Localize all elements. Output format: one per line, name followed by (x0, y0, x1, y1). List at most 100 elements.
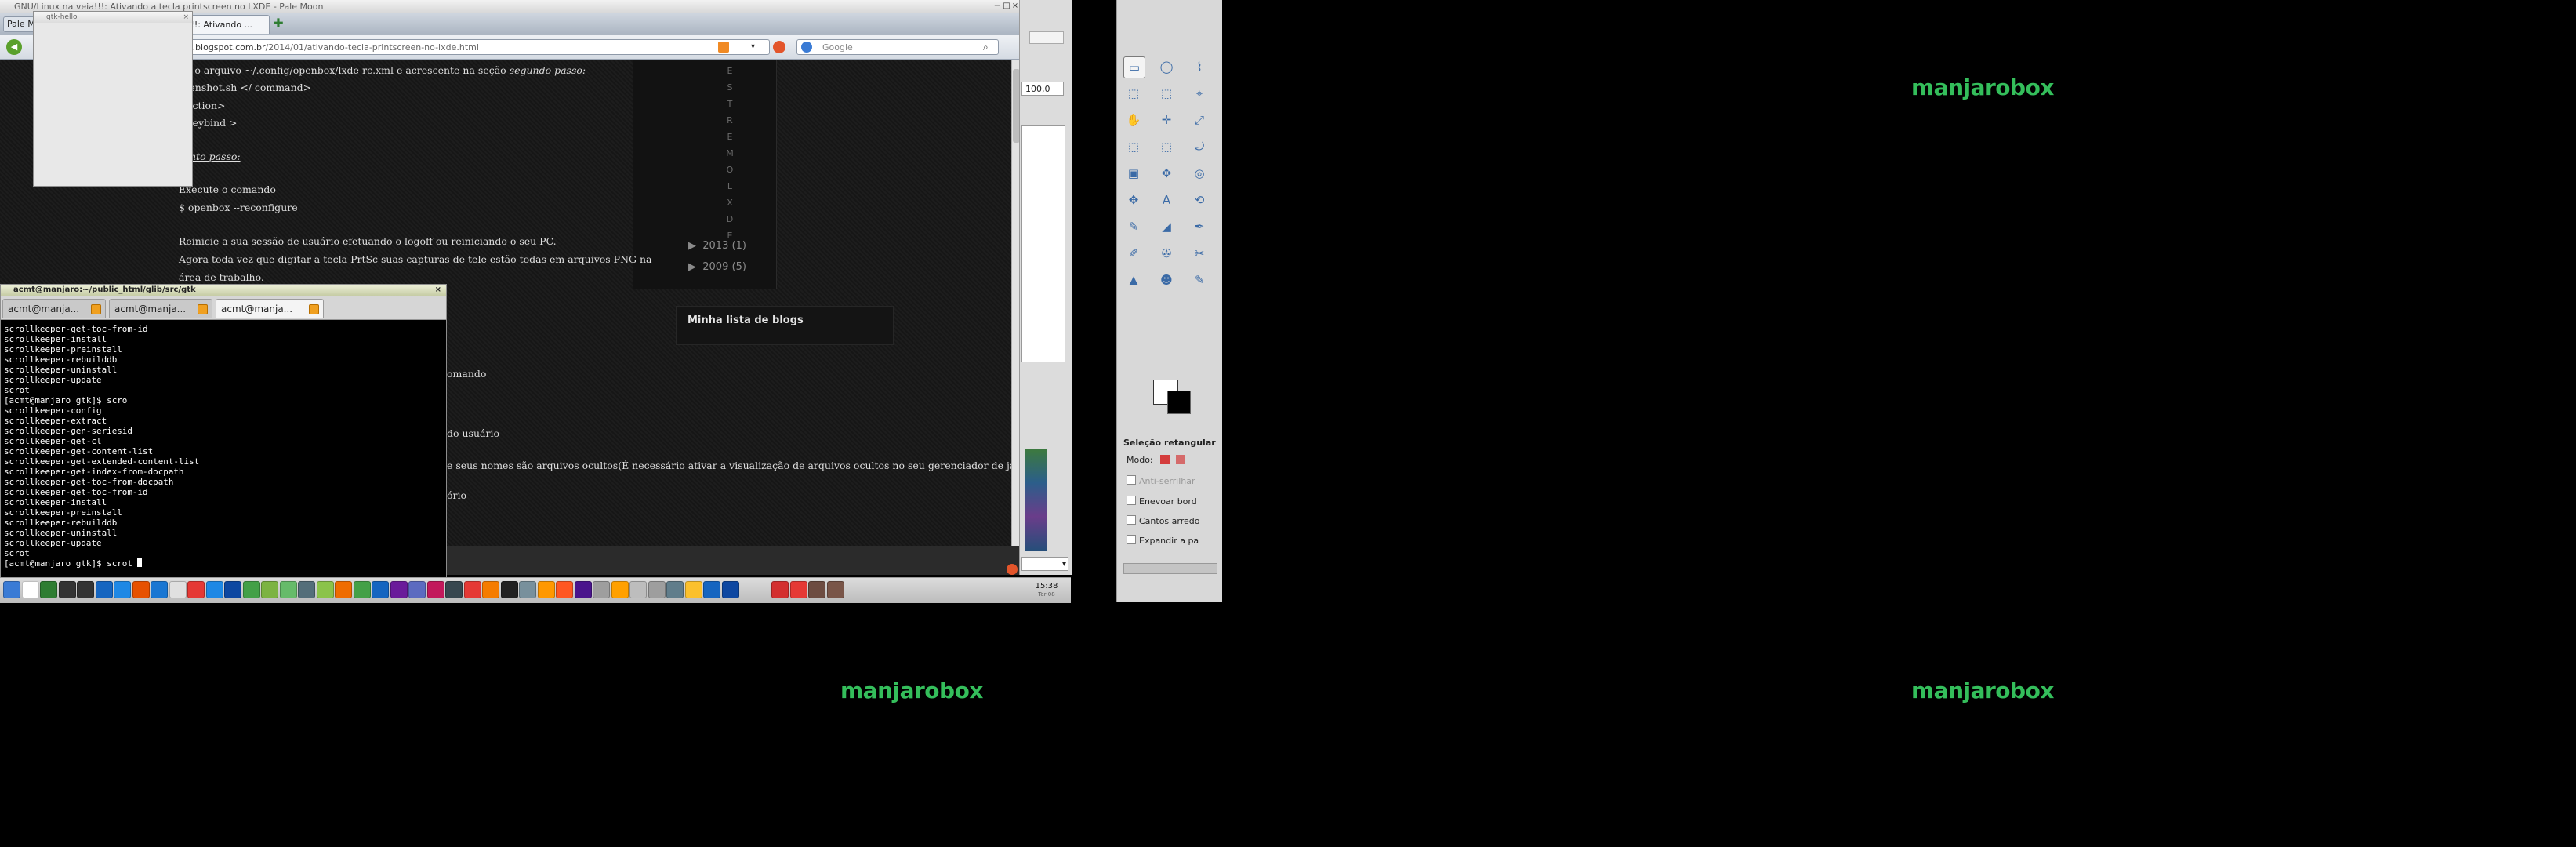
launcher-icon[interactable] (335, 581, 352, 598)
search-engine-icon[interactable] (801, 42, 812, 53)
gimp-tool-icon[interactable]: ✇ (1156, 243, 1177, 264)
terminal-tab[interactable]: acmt@manja... (2, 299, 106, 318)
launcher-icon[interactable] (3, 581, 20, 598)
launcher-icon[interactable] (629, 581, 647, 598)
foreground-color-swatch[interactable] (1167, 391, 1191, 414)
gimp-tool-icon[interactable]: ▭ (1123, 56, 1145, 78)
launcher-icon[interactable] (224, 581, 241, 598)
launcher-icon[interactable] (205, 581, 223, 598)
launcher-icon[interactable] (771, 581, 789, 598)
gimp-tool-icon[interactable]: ✐ (1123, 243, 1144, 264)
launcher-icon[interactable] (316, 581, 334, 598)
gimp-tool-icon[interactable]: ✋ (1123, 110, 1144, 130)
dropdown-arrow-icon[interactable]: ▾ (1021, 557, 1068, 571)
launcher-icon[interactable] (445, 581, 463, 598)
checkbox-icon[interactable] (1127, 496, 1136, 505)
image-thumbnails[interactable] (1025, 449, 1047, 551)
launcher-icon[interactable] (593, 581, 610, 598)
dropdown-arrow-icon[interactable]: ▾ (751, 41, 760, 53)
launcher-icon[interactable] (114, 581, 131, 598)
launcher-icon[interactable] (242, 581, 260, 598)
gimp-tool-icon[interactable]: ✎ (1189, 270, 1210, 290)
url-bar[interactable]: ael.blogspot.com.br/2014/01/ativando-tec… (174, 39, 770, 55)
zoom-field[interactable]: 100,0 (1021, 82, 1064, 96)
launcher-icon[interactable] (574, 581, 592, 598)
launcher-icon[interactable] (808, 581, 825, 598)
page-scrollbar[interactable] (1011, 60, 1019, 546)
stop-icon[interactable] (773, 41, 785, 53)
gimp-tool-icon[interactable]: ⬚ (1156, 136, 1177, 157)
gimp-tool-icon[interactable]: ⌖ (1189, 83, 1210, 104)
launcher-icon[interactable] (611, 581, 629, 598)
scrollbar-thumb[interactable] (1013, 69, 1019, 143)
gimp-tool-icon[interactable]: ⬚ (1123, 83, 1144, 104)
launcher-icon[interactable] (40, 581, 57, 598)
launcher-icon[interactable] (353, 581, 371, 598)
mode-replace-icon[interactable] (1160, 455, 1170, 464)
gimp-tool-icon[interactable]: ✒ (1189, 216, 1210, 237)
close-tab-icon[interactable] (309, 304, 319, 314)
search-box[interactable]: Google (796, 39, 999, 55)
clock[interactable]: 15:38 Ter 08 (1029, 582, 1065, 599)
gimp-tool-icon[interactable]: ☻ (1156, 270, 1177, 290)
launcher-icon[interactable] (408, 581, 426, 598)
launcher-icon[interactable] (721, 581, 739, 598)
gimp-tool-icon[interactable]: A (1156, 190, 1177, 210)
new-tab-icon[interactable]: ✚ (271, 16, 285, 31)
gimp-tool-icon[interactable]: ▲ (1123, 270, 1144, 290)
back-icon[interactable]: ◀ (6, 39, 22, 55)
archive-item-2013[interactable]: ▶ 2013 (1) (688, 240, 746, 252)
gimp-tool-icon[interactable]: ✎ (1123, 216, 1144, 237)
launcher-icon[interactable] (151, 581, 168, 598)
launcher-icon[interactable] (426, 581, 444, 598)
close-tab-icon[interactable] (91, 304, 101, 314)
terminal-titlebar[interactable]: acmt@manjaro:~/public_html/glib/src/gtk … (1, 285, 446, 296)
launcher-icon[interactable] (556, 581, 573, 598)
terminal-tab-active[interactable]: acmt@manja... (216, 299, 324, 318)
launcher-icon[interactable] (789, 581, 807, 598)
feather-option[interactable]: Enevoar bord (1127, 496, 1197, 507)
launcher-icon[interactable] (132, 581, 150, 598)
launcher-icon[interactable] (826, 581, 844, 598)
gimp-tool-icon[interactable]: ⤾ (1189, 136, 1210, 157)
rss-icon[interactable] (718, 42, 729, 53)
gimp-tool-icon[interactable]: ⤢ (1189, 110, 1210, 130)
launcher-icon[interactable] (298, 581, 315, 598)
launcher-icon[interactable] (187, 581, 205, 598)
gimp-tool-icon[interactable]: ◎ (1189, 163, 1210, 184)
gimp-tool-icon[interactable]: ⟲ (1189, 190, 1210, 210)
launcher-icon[interactable] (684, 581, 702, 598)
launcher-icon[interactable] (169, 581, 187, 598)
close-icon[interactable]: × (435, 285, 441, 296)
gimp-tool-icon[interactable]: ▣ (1123, 163, 1144, 184)
launcher-icon[interactable] (390, 581, 408, 598)
launcher-icon[interactable] (21, 581, 39, 598)
terminal-tab[interactable]: acmt@manja... (109, 299, 212, 318)
launcher-icon[interactable] (648, 581, 666, 598)
launcher-icon[interactable] (261, 581, 278, 598)
mode-add-icon[interactable] (1175, 455, 1185, 464)
close-icon[interactable]: × (1010, 2, 1019, 11)
launcher-icon[interactable] (703, 581, 720, 598)
gimp-tool-icon[interactable]: ✂ (1189, 243, 1210, 264)
checkbox-icon[interactable] (1127, 475, 1136, 485)
launcher-icon[interactable] (482, 581, 499, 598)
launcher-icon[interactable] (666, 581, 684, 598)
antialias-option[interactable]: Anti-serrilhar (1127, 475, 1195, 486)
search-go-icon[interactable]: ⌕ (983, 42, 994, 53)
options-scrollbar[interactable] (1123, 563, 1217, 574)
launcher-icon[interactable] (463, 581, 481, 598)
close-tab-icon[interactable] (198, 304, 208, 314)
checkbox-icon[interactable] (1127, 535, 1136, 544)
terminal-output[interactable]: scrollkeeper-get-toc-from-id scrollkeeper… (4, 324, 440, 573)
launcher-icon[interactable] (77, 581, 94, 598)
browser-tab[interactable]: !!!: Ativando ... (182, 15, 270, 34)
launcher-icon[interactable] (372, 581, 389, 598)
rounded-corners-option[interactable]: Cantos arredo (1127, 515, 1200, 526)
gimp-tool-icon[interactable]: ◯ (1156, 56, 1177, 77)
gimp-tool-icon[interactable]: ✛ (1156, 110, 1177, 130)
launcher-icon[interactable] (500, 581, 518, 598)
dock-tab[interactable] (1029, 31, 1064, 44)
layers-list[interactable] (1021, 125, 1065, 362)
launcher-icon[interactable] (519, 581, 536, 598)
